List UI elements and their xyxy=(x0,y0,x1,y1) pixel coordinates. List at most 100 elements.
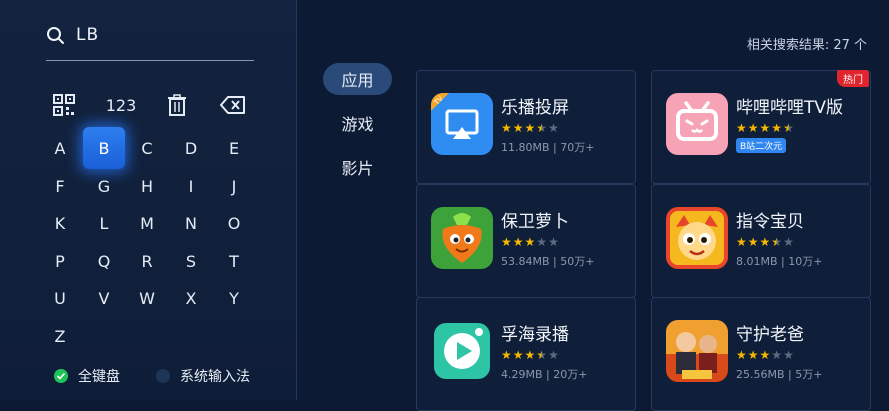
app-card[interactable]: 指令宝贝 ★ ★ ★ ★ ★ 8.01MB | 10万+ xyxy=(651,184,871,298)
key-l[interactable]: L xyxy=(83,202,125,244)
app-card[interactable]: 孚海录播 ★ ★ ★ ★ ★ 4.29MB | 20万+ xyxy=(416,297,636,411)
app-size: 8.01MB xyxy=(736,255,778,268)
key-x[interactable]: X xyxy=(170,277,212,319)
key-k[interactable]: K xyxy=(39,202,81,244)
backspace-icon xyxy=(220,96,245,114)
star-half-icon: ★ xyxy=(771,235,783,249)
app-card[interactable]: 保卫萝卜 ★ ★ ★ ★ ★ 53.84MB | 50万+ xyxy=(416,184,636,298)
app-size: 4.29MB xyxy=(501,368,543,381)
rating-stars: ★ ★ ★ ★ ★ xyxy=(501,122,559,134)
search-icon xyxy=(47,27,64,44)
star-full-icon: ★ xyxy=(736,235,747,249)
star-empty-icon: ★ xyxy=(548,348,559,362)
app-card[interactable]: TV 乐播投屏 ★ ★ ★ ★ ★ 11.80MB | 70万+ xyxy=(416,70,636,184)
app-size: 25.56MB xyxy=(736,368,785,381)
result-count: 相关搜索结果: 27 个 xyxy=(746,38,867,53)
key-h[interactable]: H xyxy=(126,165,168,207)
key-c[interactable]: C xyxy=(126,127,168,169)
system-ime-option[interactable]: 系统输入法 xyxy=(156,366,250,386)
key-m[interactable]: M xyxy=(126,202,168,244)
key-s[interactable]: S xyxy=(170,240,212,282)
tab-games[interactable]: 游戏 xyxy=(323,107,392,139)
star-empty-icon: ★ xyxy=(783,235,794,249)
qr-code-button[interactable] xyxy=(52,92,76,118)
star-full-icon: ★ xyxy=(747,235,759,249)
app-name: 乐播投屏 xyxy=(501,98,569,118)
trash-icon xyxy=(168,94,186,116)
star-full-icon: ★ xyxy=(512,235,524,249)
app-meta: 8.01MB | 10万+ xyxy=(736,255,823,268)
search-query: LB xyxy=(76,25,100,45)
key-o[interactable]: O xyxy=(213,202,255,244)
app-size: 11.80MB xyxy=(501,141,550,154)
carrot-game-icon xyxy=(431,207,493,269)
key-u[interactable]: U xyxy=(39,277,81,319)
key-b[interactable]: B xyxy=(83,127,125,169)
star-full-icon: ★ xyxy=(501,348,512,362)
star-full-icon: ★ xyxy=(771,121,783,135)
key-d[interactable]: D xyxy=(170,127,212,169)
key-w[interactable]: W xyxy=(126,277,168,319)
app-name: 保卫萝卜 xyxy=(501,212,569,232)
number-keyboard-button[interactable]: 123 xyxy=(104,92,138,118)
key-n[interactable]: N xyxy=(170,202,212,244)
key-p[interactable]: P xyxy=(39,240,81,282)
system-ime-label: 系统输入法 xyxy=(180,369,250,385)
key-r[interactable]: R xyxy=(126,240,168,282)
hot-badge: 热门 xyxy=(837,70,869,87)
search-field[interactable]: LB xyxy=(46,22,254,61)
app-meta: 4.29MB | 20万+ xyxy=(501,368,588,381)
star-half-icon: ★ xyxy=(536,121,548,135)
star-full-icon: ★ xyxy=(736,121,747,135)
full-keyboard-option[interactable]: 全键盘 xyxy=(54,366,120,386)
app-downloads: 10万+ xyxy=(788,255,823,268)
star-full-icon: ★ xyxy=(736,348,747,362)
full-keyboard-label: 全键盘 xyxy=(78,369,120,385)
star-empty-icon: ★ xyxy=(783,348,794,362)
app-downloads: 5万+ xyxy=(795,368,823,381)
search-keyboard-panel: LB 123 ABCDE FGHIJ KLMNO PQ R S T U V W X Y… xyxy=(0,0,297,400)
star-half-icon: ★ xyxy=(783,121,794,135)
star-full-icon: ★ xyxy=(512,348,524,362)
key-y[interactable]: Y xyxy=(213,277,255,319)
tab-apps[interactable]: 应用 xyxy=(323,63,392,95)
key-z[interactable]: Z xyxy=(39,315,81,357)
movie-poster-icon xyxy=(666,320,728,382)
key-i[interactable]: I xyxy=(170,165,212,207)
star-empty-icon: ★ xyxy=(771,348,783,362)
app-name: 指令宝贝 xyxy=(736,212,804,232)
app-meta: 53.84MB | 50万+ xyxy=(501,255,595,268)
star-full-icon: ★ xyxy=(512,121,524,135)
radio-icon xyxy=(156,369,170,383)
key-t[interactable]: T xyxy=(213,240,255,282)
app-name: 哔哩哔哩TV版 xyxy=(736,98,844,118)
app-card[interactable]: 守护老爸 ★ ★ ★ ★ ★ 25.56MB | 5万+ xyxy=(651,297,871,411)
lebo-tv-icon: TV xyxy=(431,93,493,155)
star-full-icon: ★ xyxy=(524,235,536,249)
rating-stars: ★ ★ ★ ★ ★ xyxy=(736,236,794,248)
key-a[interactable]: A xyxy=(39,127,81,169)
key-v[interactable]: V xyxy=(83,277,125,319)
star-full-icon: ★ xyxy=(759,235,771,249)
key-e[interactable]: E xyxy=(213,127,255,169)
backspace-button[interactable] xyxy=(219,92,247,118)
star-full-icon: ★ xyxy=(524,121,536,135)
star-full-icon: ★ xyxy=(501,235,512,249)
rating-stars: ★ ★ ★ ★ ★ xyxy=(501,236,559,248)
key-g[interactable]: G xyxy=(83,165,125,207)
key-f[interactable]: F xyxy=(39,165,81,207)
key-q[interactable]: Q xyxy=(83,240,125,282)
key-j[interactable]: J xyxy=(213,165,255,207)
clear-button[interactable] xyxy=(165,92,189,118)
star-full-icon: ★ xyxy=(501,121,512,135)
app-size: 53.84MB xyxy=(501,255,550,268)
app-card[interactable]: 热门 哔哩哔哩TV版 ★ ★ ★ ★ ★ B站二次元 xyxy=(651,70,871,184)
app-downloads: 70万+ xyxy=(560,141,595,154)
app-meta: 11.80MB | 70万+ xyxy=(501,141,595,154)
tab-movies[interactable]: 影片 xyxy=(323,151,392,183)
qr-code-icon xyxy=(53,94,75,116)
check-icon xyxy=(54,369,68,383)
app-downloads: 20万+ xyxy=(553,368,588,381)
app-tag: B站二次元 xyxy=(736,138,787,153)
star-empty-icon: ★ xyxy=(536,235,548,249)
